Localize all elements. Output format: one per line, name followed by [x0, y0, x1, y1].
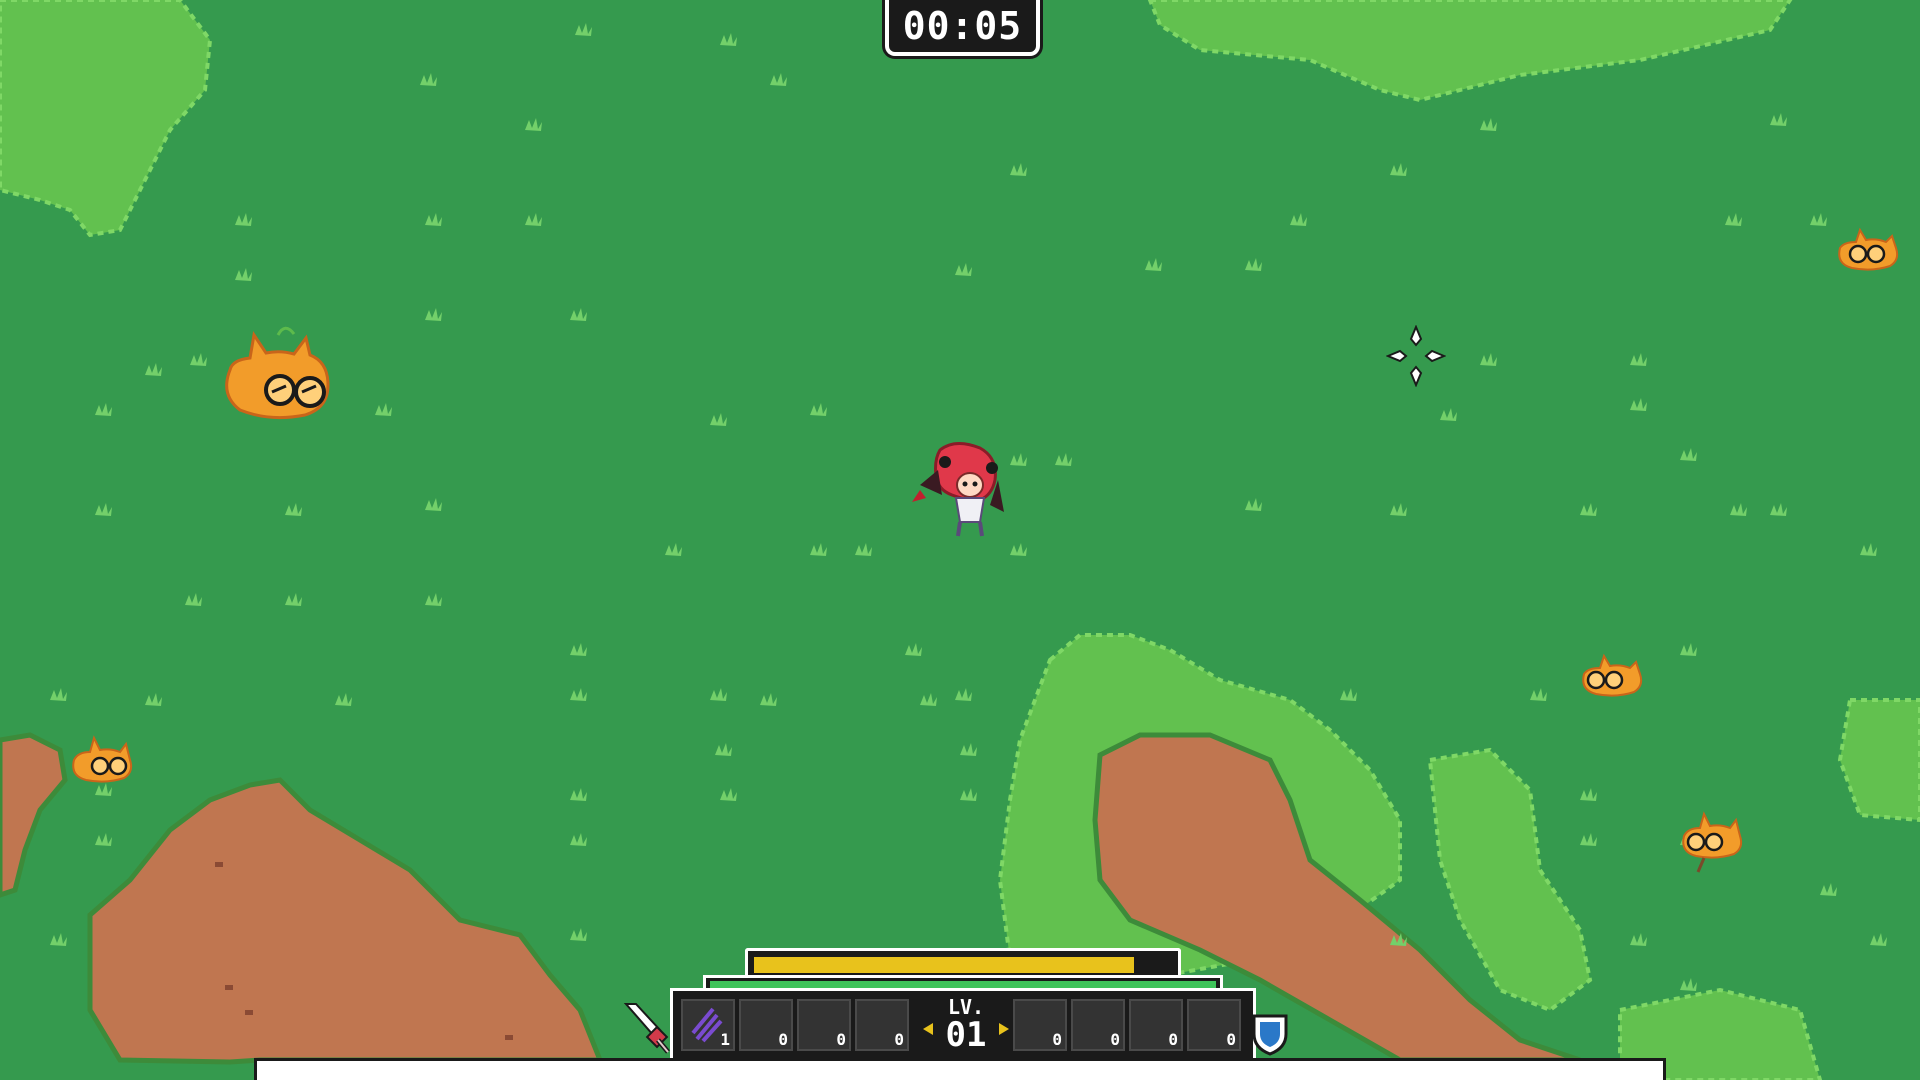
enemy-large [225, 326, 330, 420]
slot-count: 0 [1052, 1030, 1062, 1049]
level-value: 01 [945, 1015, 987, 1055]
weapon-slot-3[interactable]: 0 [797, 999, 851, 1051]
passive-slot-2[interactable]: 0 [1071, 999, 1125, 1051]
slot-count: 0 [778, 1030, 788, 1049]
weapon-slot-2[interactable]: 0 [739, 999, 793, 1051]
shield-icon [1252, 1014, 1288, 1056]
passive-slot-1[interactable]: 0 [1013, 999, 1067, 1051]
enemy-small [1838, 227, 1899, 271]
weapon-slot-4[interactable]: 0 [855, 999, 909, 1051]
level-arrow-left-icon [923, 1023, 933, 1035]
survival-timer: 00:05 [885, 0, 1040, 56]
player-character [912, 442, 1004, 537]
level-arrow-right-icon [999, 1023, 1009, 1035]
slot-count: 0 [1168, 1030, 1178, 1049]
slot-count: 1 [720, 1030, 730, 1049]
crosshair-icon [1386, 325, 1446, 387]
enemy-small [72, 735, 133, 783]
timer-text: 00:05 [902, 4, 1023, 48]
health-fill [710, 981, 1216, 988]
slot-count: 0 [894, 1030, 904, 1049]
hotbar: 1 0 0 0 LV. 01 0 0 0 0 [670, 988, 1256, 1062]
slot-count: 0 [1226, 1030, 1236, 1049]
passive-slot-4[interactable]: 0 [1187, 999, 1241, 1051]
passive-slot-3[interactable]: 0 [1129, 999, 1183, 1051]
experience-fill [754, 957, 1134, 973]
enemy-small [1682, 811, 1743, 873]
bottom-status-bar [254, 1058, 1666, 1080]
slot-count: 0 [1110, 1030, 1120, 1049]
level-indicator: LV. 01 [935, 993, 997, 1055]
weapon-slot-1[interactable]: 1 [681, 999, 735, 1051]
game-viewport[interactable]: 00:05 1 0 0 0 LV. 01 0 0 0 0 [0, 0, 1920, 1080]
enemy-small [1582, 653, 1643, 697]
slot-count: 0 [836, 1030, 846, 1049]
grass-tufts [50, 23, 1887, 991]
sword-icon [623, 1003, 670, 1054]
